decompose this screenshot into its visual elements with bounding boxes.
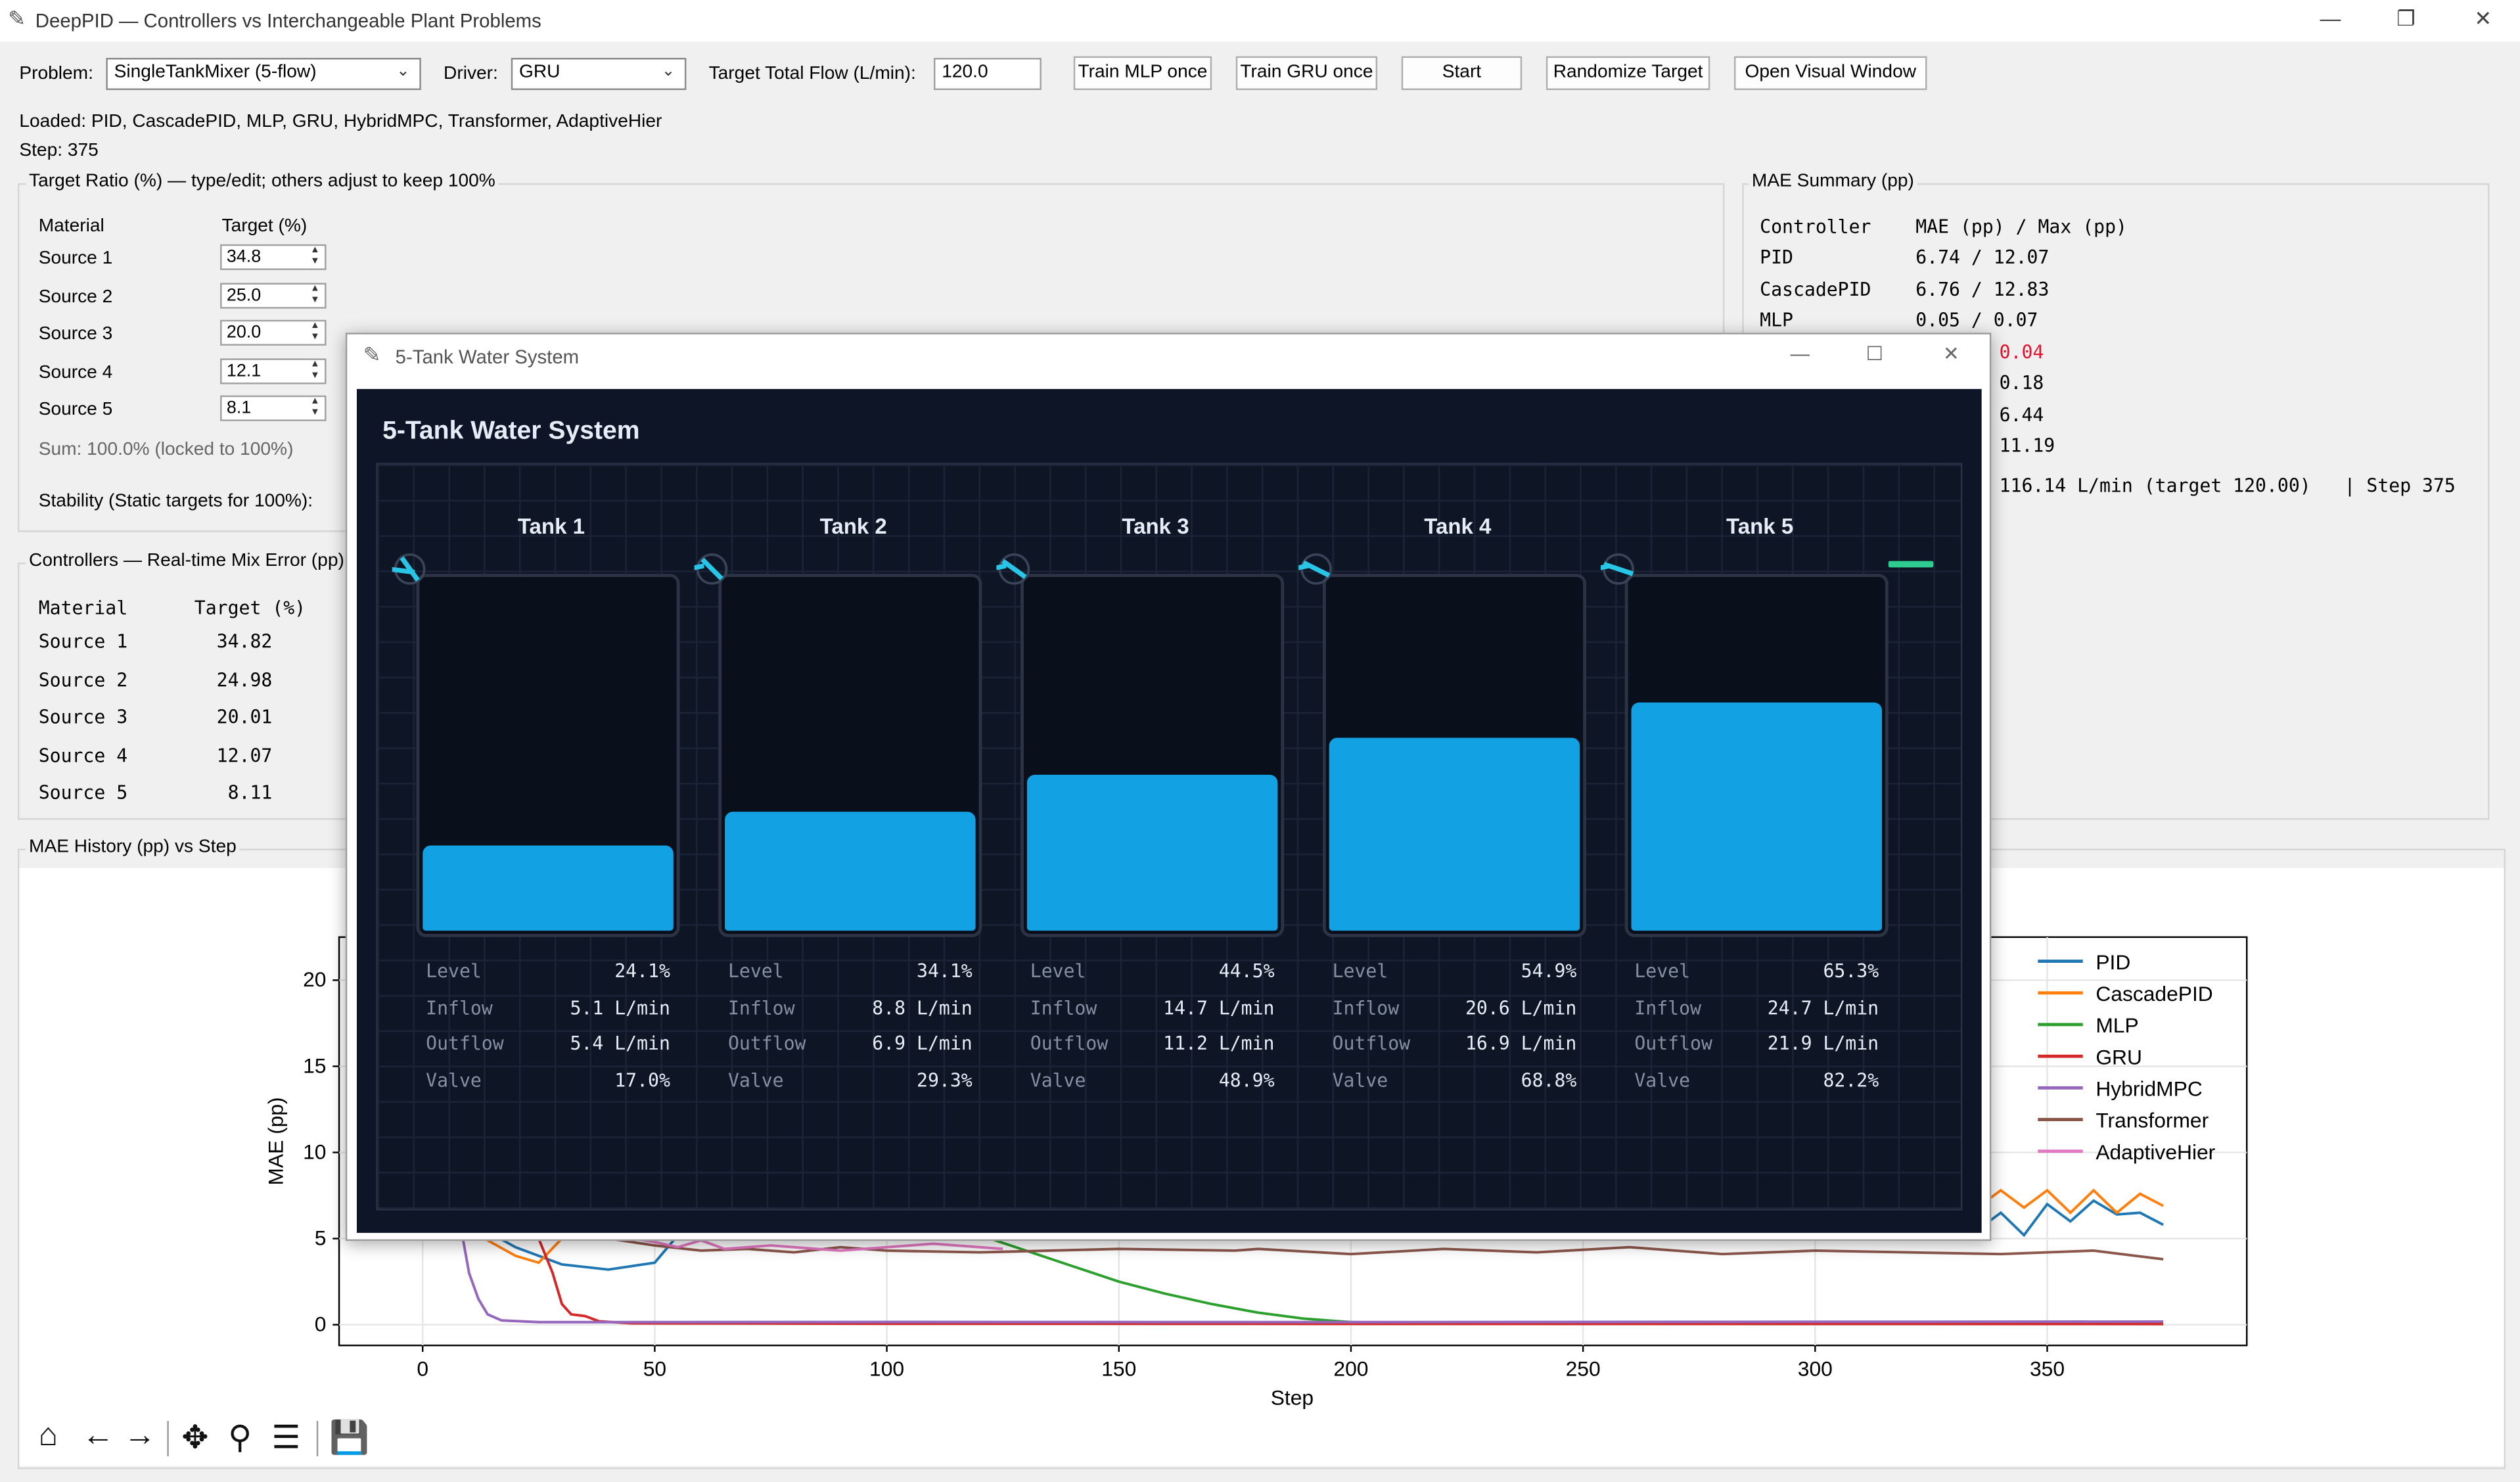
tank-water	[725, 811, 976, 931]
x-tick-label: 100	[869, 1357, 904, 1381]
tank-outflow-value: 6.9 L/min	[872, 1032, 973, 1055]
tank-stat-label: Inflow	[1332, 996, 1400, 1019]
legend-label: PID	[2096, 950, 2130, 974]
toolbar-divider	[167, 1421, 169, 1456]
x-tick-label: 200	[1333, 1357, 1368, 1381]
configure-icon[interactable]: ☰	[271, 1418, 300, 1458]
valve-icon	[996, 553, 1030, 585]
valve-icon	[694, 553, 728, 585]
tank-stat-label: Level	[727, 960, 784, 983]
tank-valve-value: 48.9%	[1218, 1068, 1275, 1091]
valve-icon	[392, 553, 426, 585]
tank-vessel	[718, 574, 982, 937]
feather-icon: ✎	[363, 342, 381, 367]
tank-vessel	[416, 574, 680, 937]
tank-water	[1329, 738, 1580, 931]
legend-label: GRU	[2096, 1045, 2142, 1069]
tank-name: Tank 1	[517, 514, 585, 539]
tank-stat-label: Level	[1030, 960, 1086, 983]
tank-inflow-value: 14.7 L/min	[1163, 996, 1275, 1019]
outlet-pipe	[1888, 561, 1934, 568]
popup-title: 5-Tank Water System	[395, 345, 580, 369]
tank-vessel	[1020, 574, 1285, 937]
x-tick-label: 350	[2030, 1357, 2065, 1381]
back-icon[interactable]: ←	[82, 1418, 114, 1454]
save-icon[interactable]: 💾	[329, 1418, 369, 1458]
popup-minimize-button[interactable]: —	[1791, 342, 1810, 365]
tank-name: Tank 3	[1122, 514, 1189, 539]
tank-outflow-value: 21.9 L/min	[1767, 1032, 1879, 1055]
legend-label: Transformer	[2096, 1109, 2209, 1132]
tank-valve-value: 17.0%	[614, 1068, 670, 1091]
x-tick-label: 0	[417, 1357, 428, 1381]
home-icon[interactable]: ⌂	[39, 1418, 58, 1454]
tank-canvas: 5-Tank Water System Tank 1 Level 24.1% In…	[356, 388, 1982, 1233]
tank-name: Tank 4	[1424, 514, 1492, 539]
x-axis-label: Step	[1271, 1386, 1314, 1410]
y-tick-label: 10	[303, 1140, 326, 1163]
tank-panel: Tank 1 Level 24.1% Inflow 5.1 L/min Outflo…	[376, 463, 1963, 1211]
tank-outflow-value: 16.9 L/min	[1465, 1032, 1577, 1055]
toolbar-divider	[316, 1421, 319, 1456]
legend-label: CascadePID	[2096, 982, 2212, 1006]
pan-icon[interactable]: ✥	[181, 1418, 208, 1458]
zoom-icon[interactable]: ⚲	[228, 1418, 252, 1458]
tank-valve-value: 68.8%	[1521, 1068, 1577, 1091]
tank-valve-value: 29.3%	[917, 1068, 973, 1091]
tank-stat-label: Level	[426, 960, 482, 983]
tank-vessel	[1624, 574, 1889, 937]
popup-close-button[interactable]: ✕	[1943, 342, 1959, 365]
tank-stat-label: Inflow	[1030, 996, 1097, 1019]
popup-maximize-button[interactable]: ☐	[1866, 342, 1883, 365]
tank-level-value: 34.1%	[917, 960, 973, 983]
tank-level-value: 44.5%	[1218, 960, 1275, 983]
tank-level-value: 65.3%	[1823, 960, 1879, 983]
tank-stat-label: Inflow	[1634, 996, 1701, 1019]
valve-icon	[1601, 553, 1634, 585]
tank-inflow-value: 5.1 L/min	[570, 996, 670, 1019]
x-tick-label: 300	[1798, 1357, 1833, 1381]
tank-stat-label: Inflow	[727, 996, 795, 1019]
legend-label: MLP	[2096, 1013, 2138, 1037]
y-tick-label: 15	[303, 1054, 326, 1077]
x-tick-label: 250	[1566, 1357, 1601, 1381]
y-axis-label: MAE (pp)	[263, 1097, 287, 1185]
legend-label: HybridMPC	[2096, 1077, 2202, 1101]
tank-inflow-value: 8.8 L/min	[872, 996, 973, 1019]
tank-system-heading: 5-Tank Water System	[382, 417, 640, 446]
y-tick-label: 5	[315, 1226, 327, 1249]
forward-icon[interactable]: →	[124, 1418, 156, 1454]
tank-water	[1631, 701, 1883, 931]
tank-name: Tank 2	[819, 514, 887, 539]
legend-label: AdaptiveHier	[2096, 1140, 2215, 1164]
tank-valve-value: 82.2%	[1823, 1068, 1879, 1091]
x-tick-label: 150	[1101, 1357, 1136, 1381]
tank-inflow-value: 20.6 L/min	[1465, 996, 1577, 1019]
tank-stat-label: Valve	[1634, 1068, 1691, 1091]
tank-outflow-value: 5.4 L/min	[570, 1032, 670, 1055]
tank-stat-label: Valve	[727, 1068, 784, 1091]
tank-stat-label: Valve	[426, 1068, 482, 1091]
y-tick-label: 0	[315, 1312, 327, 1335]
tank-stat-label: Inflow	[426, 996, 493, 1019]
tank-vessel	[1322, 574, 1587, 937]
tank-stat-label: Level	[1332, 960, 1388, 983]
y-tick-label: 20	[303, 967, 326, 991]
tank-outflow-value: 11.2 L/min	[1163, 1032, 1275, 1055]
x-tick-label: 50	[643, 1357, 666, 1381]
tank-water	[423, 846, 674, 931]
valve-icon	[1298, 553, 1332, 585]
tank-stat-label: Valve	[1030, 1068, 1086, 1091]
tank-water	[1026, 774, 1278, 931]
tank-stat-label: Valve	[1332, 1068, 1388, 1091]
tank-stat-label: Level	[1634, 960, 1691, 983]
tank-level-value: 24.1%	[614, 960, 670, 983]
tank-inflow-value: 24.7 L/min	[1767, 996, 1879, 1019]
tank-level-value: 54.9%	[1521, 960, 1577, 983]
tank-name: Tank 5	[1726, 514, 1794, 539]
tank-visual-window: ✎ 5-Tank Water System — ☐ ✕ 5-Tank Water…	[345, 333, 1992, 1241]
